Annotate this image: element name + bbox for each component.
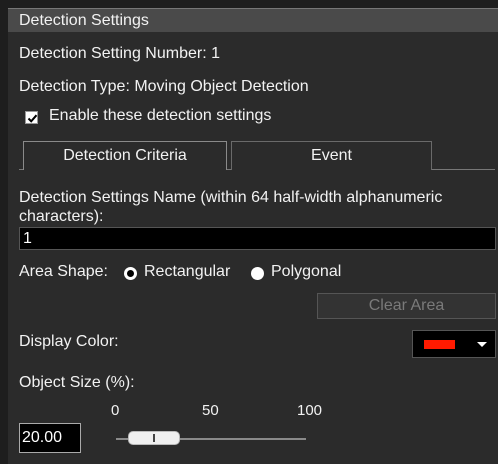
radio-polygonal-label[interactable]: Polygonal <box>271 263 341 281</box>
area-shape-label: Area Shape: <box>19 263 108 280</box>
chevron-down-icon <box>477 342 487 347</box>
detection-setting-number: Detection Setting Number: 1 <box>19 45 220 62</box>
tab-detection-criteria[interactable]: Detection Criteria <box>23 141 227 170</box>
radio-polygonal[interactable] <box>251 267 264 280</box>
detection-name-input[interactable] <box>19 227 496 250</box>
enable-label[interactable]: Enable these detection settings <box>49 107 271 125</box>
tab-event[interactable]: Event <box>231 141 432 170</box>
display-color-label: Display Color: <box>19 333 119 350</box>
scale-label-0: 0 <box>111 402 120 419</box>
panel-header: Detection Settings <box>8 8 498 32</box>
detection-settings-panel: Detection Settings Detection Setting Num… <box>8 8 498 464</box>
slider-grip <box>153 434 155 442</box>
scale-label-50: 50 <box>202 402 219 419</box>
panel-title: Detection Settings <box>19 12 149 29</box>
scale-label-100: 100 <box>297 402 323 419</box>
radio-selected-dot <box>127 270 134 277</box>
tab-label: Event <box>311 147 352 164</box>
clear-area-button[interactable]: Clear Area <box>317 293 496 319</box>
object-size-label: Object Size (%): <box>19 374 135 391</box>
radio-rectangular[interactable] <box>124 267 137 280</box>
object-size-input[interactable] <box>19 423 81 453</box>
detection-type: Detection Type: Moving Object Detection <box>19 78 309 95</box>
color-swatch <box>424 340 455 349</box>
radio-rectangular-label[interactable]: Rectangular <box>144 263 230 281</box>
checkmark-icon <box>27 114 38 123</box>
object-size-slider-handle[interactable] <box>128 431 180 445</box>
clear-area-label: Clear Area <box>368 297 445 314</box>
name-field-label: Detection Settings Name (within 64 half-… <box>19 189 443 225</box>
display-color-select[interactable] <box>412 330 496 358</box>
enable-checkbox[interactable] <box>25 111 38 124</box>
tab-label: Detection Criteria <box>63 147 187 164</box>
